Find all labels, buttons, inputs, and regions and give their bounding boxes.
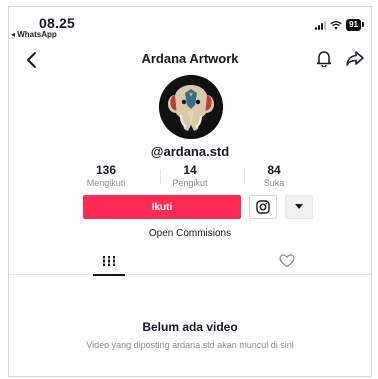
top-nav: Ardana Artwork [9,43,371,73]
caret-down-icon [295,204,303,209]
stat-followers[interactable]: 14 Pengikut [160,164,220,194]
signal-icon [315,20,327,30]
empty-state-title: Belum ada video [142,320,238,334]
stat-value: 14 [183,163,197,177]
profile-bio: Open Commisions [148,228,232,239]
empty-state-subtitle: Video yang diposting ardana.std akan mun… [86,340,294,350]
profile-handle: @ardana.std [150,144,230,159]
instagram-button[interactable] [249,195,277,219]
follow-button[interactable]: Ikuti [83,195,241,219]
profile-actions: Ikuti [83,195,313,219]
elephant-logo [159,75,223,139]
back-to-app-link[interactable]: ◂ WhatsApp [11,30,57,39]
share-icon[interactable] [345,49,365,67]
phone-screen: 08.25 ◂ WhatsApp 91 Ardana Artwork @arda… [8,6,372,377]
stat-label: Mengikuti [86,178,126,188]
battery-icon: 91 [346,19,364,31]
grid-icon [102,256,116,266]
avatar[interactable] [159,75,223,139]
wifi-icon [330,20,342,29]
status-bar: 08.25 ◂ WhatsApp 91 [9,7,371,43]
stat-following[interactable]: 136 Mengikuti [76,164,136,194]
more-options-button[interactable] [285,195,313,219]
profile-stats: 136 Mengikuti 14 Pengikut 84 Suka [9,164,371,194]
tab-videos[interactable] [79,247,139,276]
heart-icon [279,254,295,268]
stat-likes[interactable]: 84 Suka [244,164,304,194]
content-tabs [9,247,371,276]
stat-label: Pengikut [172,178,208,188]
stat-value: 136 [95,163,117,177]
tab-liked[interactable] [257,247,317,275]
stat-value: 84 [267,163,281,177]
instagram-icon [256,200,270,214]
status-indicators: 91 [315,19,364,31]
stat-label: Suka [263,178,285,188]
status-time: 08.25 [39,15,76,31]
bell-icon[interactable] [315,49,333,67]
